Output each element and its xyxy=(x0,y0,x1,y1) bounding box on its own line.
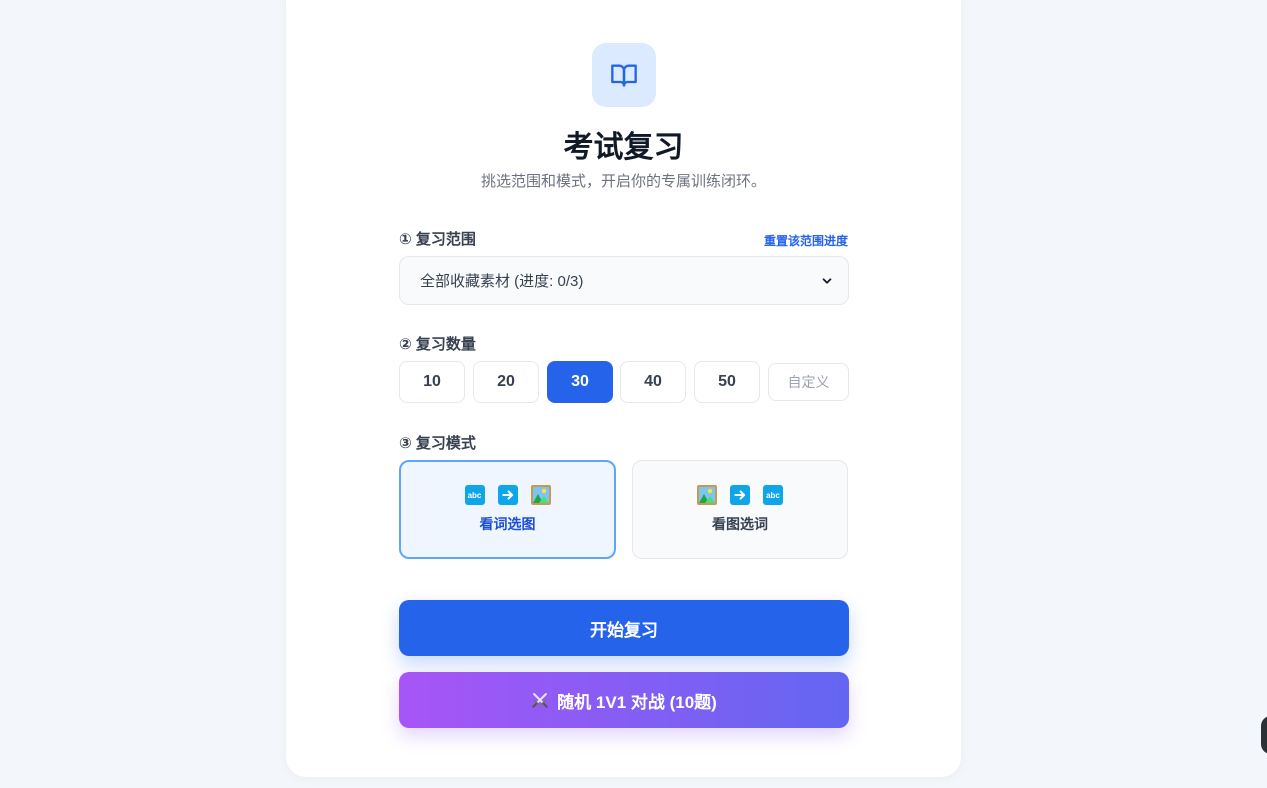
start-review-button[interactable]: 开始复习 xyxy=(399,600,849,656)
mode-icons: abc xyxy=(697,485,783,505)
review-card: 考试复习 挑选范围和模式，开启你的专属训练闭环。 ① 复习范围 重置该范围进度 … xyxy=(286,0,961,777)
random-battle-button[interactable]: 随机 1V1 对战 (10题) xyxy=(399,672,849,728)
count-option-40[interactable]: 40 xyxy=(620,361,686,403)
mode-label: 看图选词 xyxy=(712,516,768,532)
arrow-right-icon xyxy=(497,485,518,505)
mode-picture-to-word[interactable]: abc 看图选词 xyxy=(632,460,848,559)
count-option-30[interactable]: 30 xyxy=(547,361,613,403)
arrow-right-icon xyxy=(730,485,750,505)
page-title: 考试复习 xyxy=(563,131,684,164)
scope-select[interactable]: 全部收藏素材 (进度: 0/3) xyxy=(399,256,849,305)
page-subtitle: 挑选范围和模式，开启你的专属训练闭环。 xyxy=(480,173,766,190)
abc-icon: abc xyxy=(763,485,783,505)
book-open-icon xyxy=(611,64,637,87)
chevron-down-icon xyxy=(822,277,832,284)
mode-icons: abc xyxy=(464,485,551,505)
scope-select-value: 全部收藏素材 (进度: 0/3) xyxy=(420,273,584,290)
mode-label: 看词选图 xyxy=(479,516,536,532)
count-options: 10 20 30 40 50 自定义 xyxy=(399,361,849,403)
picture-icon xyxy=(530,485,551,505)
mode-word-to-picture[interactable]: abc 看词选图 xyxy=(399,460,616,559)
count-option-50[interactable]: 50 xyxy=(694,361,760,403)
abc-icon: abc xyxy=(464,485,485,505)
picture-icon xyxy=(697,485,717,505)
crossed-swords-icon xyxy=(532,693,548,708)
mode-section-label: ③ 复习模式 xyxy=(399,435,476,452)
count-section-label: ② 复习数量 xyxy=(399,336,476,353)
count-option-10[interactable]: 10 xyxy=(399,361,465,403)
book-icon-container xyxy=(592,43,656,107)
floating-widget-handle[interactable] xyxy=(1261,716,1267,754)
count-option-20[interactable]: 20 xyxy=(473,361,539,403)
reset-progress-link[interactable]: 重置该范围进度 xyxy=(764,232,848,249)
scope-section-label: ① 复习范围 xyxy=(399,231,476,248)
custom-count-input[interactable]: 自定义 xyxy=(768,363,849,401)
random-battle-label: 随机 1V1 对战 (10题) xyxy=(557,692,717,712)
